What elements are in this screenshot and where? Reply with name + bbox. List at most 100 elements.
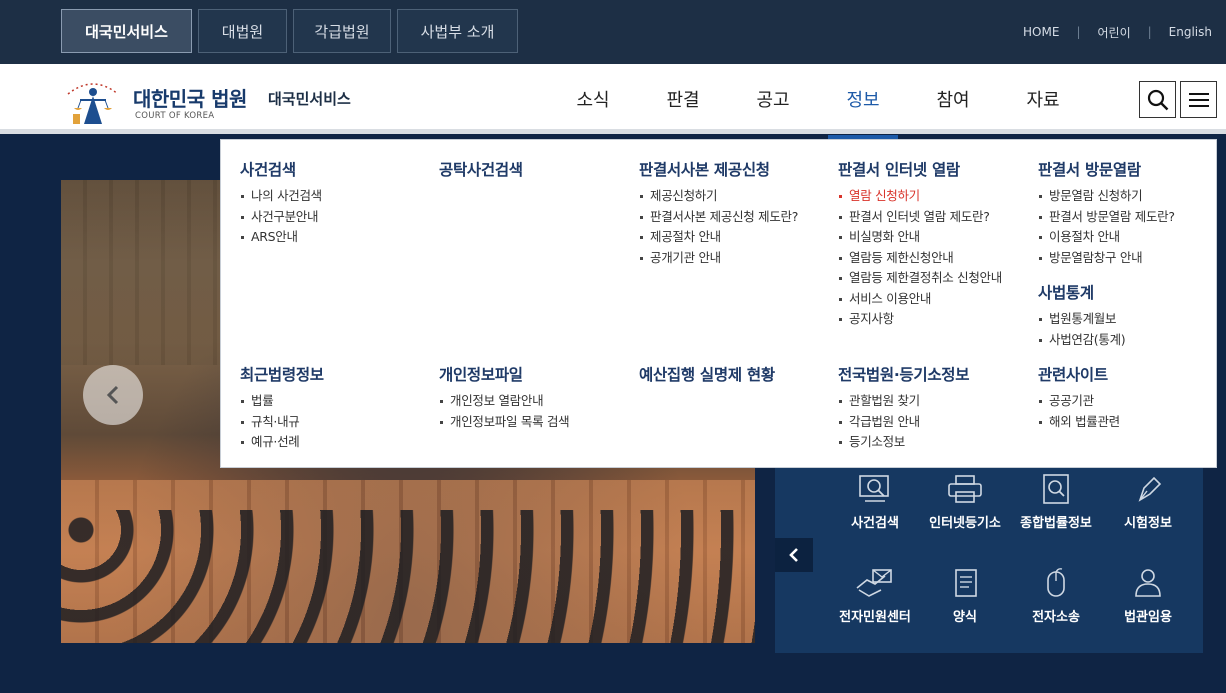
quick-e-civil-center[interactable]: 전자민원센터 [825, 568, 925, 625]
search-icon [1147, 89, 1168, 110]
quick-e-litigation[interactable]: 전자소송 [1006, 568, 1106, 625]
court-logo-icon[interactable] [62, 72, 124, 128]
printer-icon [948, 475, 982, 503]
menu-group-title[interactable]: 전국법원·등기소정보 [838, 363, 970, 385]
menu-item[interactable]: 각급법원 안내 [838, 412, 969, 433]
menu-group-title[interactable]: 사건검색 [240, 158, 322, 180]
menu-item[interactable]: 나의 사건검색 [240, 186, 322, 207]
menu-item[interactable]: 법원통계월보 [1038, 309, 1125, 330]
english-link[interactable]: English [1169, 25, 1212, 39]
divider: | [1076, 25, 1081, 39]
search-button[interactable] [1139, 81, 1176, 118]
nav-participation[interactable]: 참여 [908, 64, 998, 134]
menu-group-title[interactable]: 판결서 인터넷 열람 [838, 158, 1002, 180]
menu-item[interactable]: 개인정보파일 목록 검색 [439, 412, 570, 433]
pen-icon [1138, 476, 1162, 502]
menu-item[interactable]: 사건구분안내 [240, 207, 322, 228]
menu-group-judgment-copy: 판결서사본 제공신청 제공신청하기 판결서사본 제공신청 제도란? 제공절차 안… [639, 158, 798, 268]
menu-item[interactable]: 이용절차 안내 [1038, 227, 1175, 248]
menu-item[interactable]: 해외 법률관련 [1038, 412, 1120, 433]
menu-item[interactable]: 사법연감(통계) [1038, 330, 1126, 351]
menu-item[interactable]: 관할법원 찾기 [838, 391, 969, 412]
menu-group-judgment-online: 판결서 인터넷 열람 열람 신청하기 판결서 인터넷 열람 제도란? 비실명화 … [838, 158, 1002, 330]
menu-item[interactable]: 판결서사본 제공신청 제도란? [639, 207, 798, 228]
menu-group-recent-laws: 최근법령정보 법률 규칙·내규 예규·선례 [240, 363, 324, 453]
mega-menu: 사건검색 나의 사건검색 사건구분안내 ARS안내 공탁사건검색 판결서사본 제… [220, 139, 1217, 468]
nav-news[interactable]: 소식 [548, 64, 638, 134]
quick-menu-prev-button[interactable] [775, 538, 813, 572]
menu-item[interactable]: 서비스 이용안내 [838, 289, 1002, 310]
menu-group-courts-registry: 전국법원·등기소정보 관할법원 찾기 각급법원 안내 등기소정보 [838, 363, 970, 453]
menu-item[interactable]: 열람등 제한신청안내 [838, 248, 1002, 269]
brand-title[interactable]: 대한민국 법원 [133, 83, 247, 112]
menu-group-judgment-visit: 판결서 방문열람 방문열람 신청하기 판결서 방문열람 제도란? 이용절차 안내… [1038, 158, 1175, 268]
menu-group-judicial-statistics: 사법통계 법원통계월보 사법연감(통계) [1038, 281, 1126, 351]
quick-exam-info[interactable]: 시험정보 [1098, 474, 1198, 531]
chevron-left-icon [789, 548, 798, 562]
case-search-icon [859, 475, 889, 502]
quick-internet-registry[interactable]: 인터넷등기소 [915, 474, 1015, 531]
quick-label: 사건검색 [851, 516, 899, 531]
menu-item[interactable]: 열람등 제한결정취소 신청안내 [838, 268, 1002, 289]
document-form-icon [955, 569, 977, 597]
legal-info-icon [1043, 474, 1069, 504]
menu-group-title[interactable]: 관련사이트 [1038, 363, 1120, 385]
quick-label: 양식 [953, 610, 977, 625]
menu-item[interactable]: 공지사항 [838, 309, 1002, 330]
quick-case-search[interactable]: 사건검색 [825, 474, 925, 531]
hero-prev-button[interactable] [83, 365, 143, 425]
tab-public-service[interactable]: 대국민서비스 [61, 9, 192, 53]
menu-item[interactable]: ARS안내 [240, 227, 322, 248]
quick-legal-info[interactable]: 종합법률정보 [1006, 474, 1106, 531]
handshake-mail-icon [856, 569, 892, 597]
menu-button[interactable] [1180, 81, 1217, 118]
menu-group-title[interactable]: 판결서사본 제공신청 [639, 158, 798, 180]
chevron-left-icon [106, 385, 119, 405]
menu-item[interactable]: 판결서 방문열람 제도란? [1038, 207, 1175, 228]
menu-item[interactable]: 제공절차 안내 [639, 227, 798, 248]
menu-item[interactable]: 법률 [240, 391, 324, 412]
menu-item[interactable]: 개인정보 열람안내 [439, 391, 569, 412]
menu-group-deposit-search: 공탁사건검색 [439, 158, 523, 186]
menu-item[interactable]: 공개기관 안내 [639, 248, 798, 269]
menu-group-title[interactable]: 사법통계 [1038, 281, 1125, 303]
quick-label: 전자민원센터 [839, 610, 911, 625]
kids-link[interactable]: 어린이 [1097, 24, 1130, 41]
quick-label: 법관임용 [1124, 610, 1172, 625]
menu-item[interactable]: 제공신청하기 [639, 186, 798, 207]
quick-label: 종합법률정보 [1020, 516, 1092, 531]
menu-group-title[interactable]: 최근법령정보 [240, 363, 324, 385]
menu-item[interactable]: 방문열람 신청하기 [1038, 186, 1175, 207]
quick-label: 시험정보 [1124, 516, 1172, 531]
menu-item-highlighted[interactable]: 열람 신청하기 [838, 186, 1002, 207]
menu-item[interactable]: 예규·선례 [240, 432, 324, 453]
main-navigation: 소식 판결 공고 정보 참여 자료 [548, 64, 1088, 139]
brand-english: COURT OF KOREA [135, 111, 215, 121]
menu-group-budget-realname: 예산집행 실명제 현황 [639, 363, 775, 391]
menu-item[interactable]: 비실명화 안내 [838, 227, 1002, 248]
tab-supreme-court[interactable]: 대법원 [198, 9, 287, 53]
menu-group-title[interactable]: 판결서 방문열람 [1038, 158, 1175, 180]
menu-item[interactable]: 방문열람창구 안내 [1038, 248, 1175, 269]
menu-item[interactable]: 판결서 인터넷 열람 제도란? [838, 207, 1002, 228]
menu-group-title[interactable]: 개인정보파일 [439, 363, 569, 385]
tab-all-courts[interactable]: 각급법원 [293, 9, 391, 53]
quick-judge-appointment[interactable]: 법관임용 [1098, 568, 1198, 625]
nav-information[interactable]: 정보 [818, 64, 908, 139]
menu-item[interactable]: 공공기관 [1038, 391, 1120, 412]
quick-forms[interactable]: 양식 [915, 568, 1015, 625]
tab-judiciary-intro[interactable]: 사법부 소개 [397, 9, 518, 53]
menu-item[interactable]: 규칙·내규 [240, 412, 324, 433]
nav-judgments[interactable]: 판결 [638, 64, 728, 134]
nav-notices[interactable]: 공고 [728, 64, 818, 134]
home-link[interactable]: HOME [1023, 25, 1059, 39]
menu-group-title[interactable]: 예산집행 실명제 현황 [639, 363, 775, 385]
nav-resources[interactable]: 자료 [998, 64, 1088, 134]
menu-item[interactable]: 등기소정보 [838, 432, 969, 453]
menu-group-title[interactable]: 공탁사건검색 [439, 158, 523, 180]
hamburger-menu-icon [1188, 92, 1209, 107]
brand-subtitle[interactable]: 대국민서비스 [268, 88, 351, 109]
utility-links: HOME | 어린이 | English [1023, 0, 1212, 64]
site-header: 대한민국 법원 COURT OF KOREA 대국민서비스 소식 판결 공고 정… [0, 64, 1226, 139]
divider: | [1147, 25, 1152, 39]
